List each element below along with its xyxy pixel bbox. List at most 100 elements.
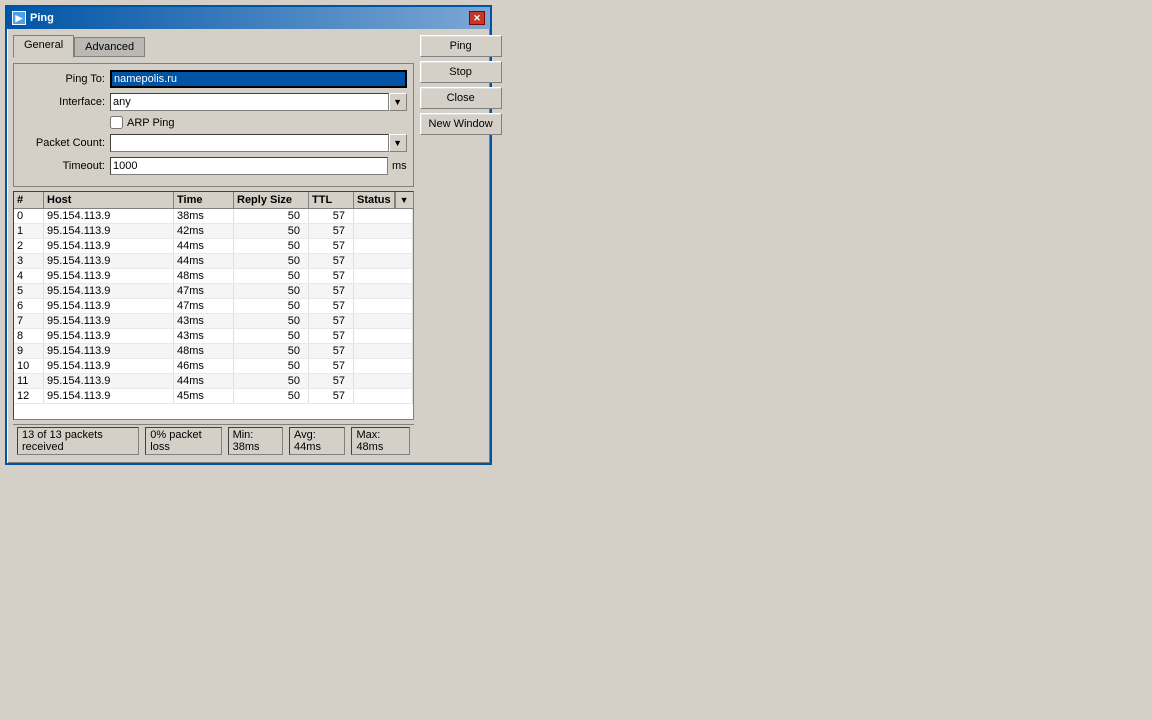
- cell-num: 5: [14, 284, 44, 298]
- ping-to-label: Ping To:: [20, 73, 105, 85]
- cell-num: 0: [14, 209, 44, 223]
- cell-reply-size: 50: [234, 254, 309, 268]
- packet-count-input[interactable]: [110, 134, 389, 152]
- table-row: 3 95.154.113.9 44ms 50 57: [14, 254, 413, 269]
- cell-ttl: 57: [309, 329, 354, 343]
- cell-reply-size: 50: [234, 329, 309, 343]
- interface-input[interactable]: [110, 93, 389, 111]
- cell-status: [354, 269, 413, 283]
- cell-reply-size: 50: [234, 374, 309, 388]
- cell-reply-size: 50: [234, 269, 309, 283]
- interface-dropdown-btn[interactable]: ▼: [389, 93, 407, 111]
- cell-host: 95.154.113.9: [44, 359, 174, 373]
- ping-button[interactable]: Ping: [420, 35, 502, 57]
- timeout-label: Timeout:: [20, 160, 105, 172]
- main-content: General Advanced Ping To: Interface: ▼: [7, 29, 490, 463]
- ping-window: ▶ Ping ✕ General Advanced Ping To: I: [5, 5, 492, 465]
- cell-host: 95.154.113.9: [44, 299, 174, 313]
- cell-ttl: 57: [309, 374, 354, 388]
- table-row: 7 95.154.113.9 43ms 50 57: [14, 314, 413, 329]
- cell-reply-size: 50: [234, 224, 309, 238]
- window-title: Ping: [30, 12, 54, 24]
- timeout-input[interactable]: [110, 157, 388, 175]
- cell-ttl: 57: [309, 224, 354, 238]
- cell-reply-size: 50: [234, 239, 309, 253]
- tab-bar: General Advanced: [13, 35, 414, 57]
- cell-host: 95.154.113.9: [44, 389, 174, 403]
- table-row: 10 95.154.113.9 46ms 50 57: [14, 359, 413, 374]
- table-row: 1 95.154.113.9 42ms 50 57: [14, 224, 413, 239]
- table-row: 8 95.154.113.9 43ms 50 57: [14, 329, 413, 344]
- cell-ttl: 57: [309, 254, 354, 268]
- cell-host: 95.154.113.9: [44, 284, 174, 298]
- cell-status: [354, 224, 413, 238]
- new-window-button[interactable]: New Window: [420, 113, 502, 135]
- stop-button[interactable]: Stop: [420, 61, 502, 83]
- cell-num: 8: [14, 329, 44, 343]
- cell-status: [354, 389, 413, 403]
- cell-time: 43ms: [174, 314, 234, 328]
- cell-time: 44ms: [174, 254, 234, 268]
- timeout-unit: ms: [392, 160, 407, 172]
- cell-ttl: 57: [309, 284, 354, 298]
- cell-reply-size: 50: [234, 389, 309, 403]
- cell-host: 95.154.113.9: [44, 224, 174, 238]
- cell-status: [354, 284, 413, 298]
- cell-reply-size: 50: [234, 359, 309, 373]
- table-row: 5 95.154.113.9 47ms 50 57: [14, 284, 413, 299]
- results-table: # Host Time Reply Size TTL Status ▼ 0 95…: [13, 191, 414, 420]
- status-loss: 0% packet loss: [145, 427, 221, 455]
- close-window-button[interactable]: ✕: [469, 11, 485, 25]
- ping-to-row: Ping To:: [20, 70, 407, 88]
- cell-time: 47ms: [174, 284, 234, 298]
- cell-host: 95.154.113.9: [44, 254, 174, 268]
- cell-ttl: 57: [309, 359, 354, 373]
- col-time: Time: [174, 192, 234, 208]
- right-panel: Ping Stop Close New Window: [420, 35, 502, 457]
- cell-time: 43ms: [174, 329, 234, 343]
- title-bar: ▶ Ping ✕: [7, 7, 490, 29]
- cell-host: 95.154.113.9: [44, 374, 174, 388]
- cell-status: [354, 344, 413, 358]
- cell-num: 3: [14, 254, 44, 268]
- status-min: Min: 38ms: [228, 427, 283, 455]
- table-column-dropdown[interactable]: ▼: [395, 192, 413, 208]
- cell-time: 44ms: [174, 374, 234, 388]
- cell-status: [354, 329, 413, 343]
- cell-time: 47ms: [174, 299, 234, 313]
- cell-ttl: 57: [309, 344, 354, 358]
- cell-ttl: 57: [309, 389, 354, 403]
- table-row: 9 95.154.113.9 48ms 50 57: [14, 344, 413, 359]
- cell-time: 38ms: [174, 209, 234, 223]
- cell-num: 6: [14, 299, 44, 313]
- packet-count-dropdown-btn[interactable]: ▼: [389, 134, 407, 152]
- col-status: Status: [354, 192, 395, 208]
- left-panel: General Advanced Ping To: Interface: ▼: [13, 35, 414, 457]
- interface-select-wrapper: ▼: [110, 93, 407, 111]
- tab-general[interactable]: General: [13, 35, 74, 58]
- cell-time: 48ms: [174, 269, 234, 283]
- table-row: 11 95.154.113.9 44ms 50 57: [14, 374, 413, 389]
- interface-label: Interface:: [20, 96, 105, 108]
- interface-row: Interface: ▼: [20, 93, 407, 111]
- cell-status: [354, 314, 413, 328]
- close-button[interactable]: Close: [420, 87, 502, 109]
- cell-reply-size: 50: [234, 344, 309, 358]
- cell-status: [354, 239, 413, 253]
- table-body: 0 95.154.113.9 38ms 50 57 1 95.154.113.9…: [14, 209, 413, 419]
- cell-reply-size: 50: [234, 209, 309, 223]
- col-reply-size: Reply Size: [234, 192, 309, 208]
- tab-advanced[interactable]: Advanced: [74, 37, 145, 57]
- cell-time: 42ms: [174, 224, 234, 238]
- table-header: # Host Time Reply Size TTL Status ▼: [14, 192, 413, 209]
- cell-reply-size: 50: [234, 314, 309, 328]
- ping-to-input[interactable]: [110, 70, 407, 88]
- window-icon: ▶: [12, 11, 26, 25]
- col-ttl: TTL: [309, 192, 354, 208]
- packet-count-label: Packet Count:: [20, 137, 105, 149]
- arp-ping-checkbox[interactable]: [110, 116, 123, 129]
- status-packets: 13 of 13 packets received: [17, 427, 139, 455]
- table-row: 6 95.154.113.9 47ms 50 57: [14, 299, 413, 314]
- cell-ttl: 57: [309, 299, 354, 313]
- cell-num: 1: [14, 224, 44, 238]
